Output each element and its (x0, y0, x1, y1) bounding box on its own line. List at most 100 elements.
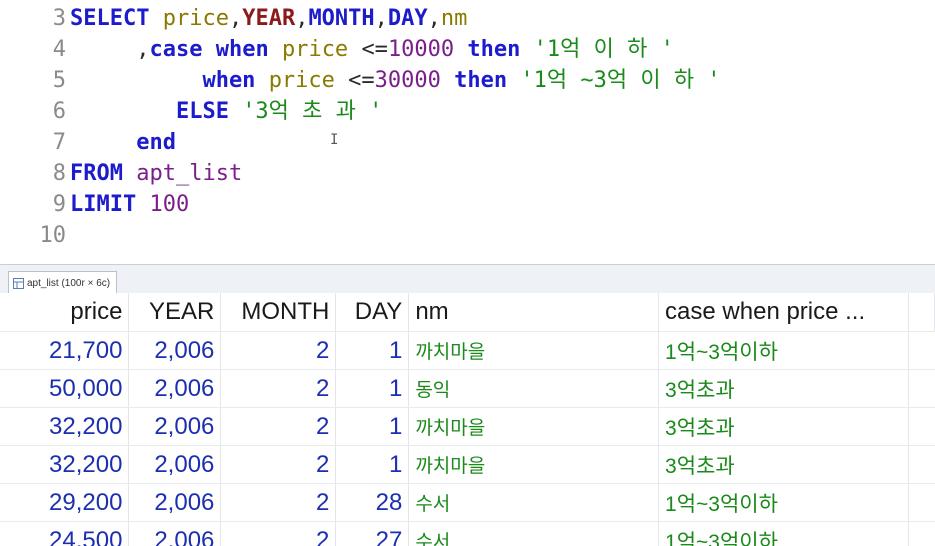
table-cell[interactable]: 50,000 (0, 369, 130, 408)
table-cell[interactable]: 24,500 (0, 521, 130, 546)
row-filler (908, 331, 935, 370)
line-number: 3 (52, 6, 66, 31)
table-cell[interactable]: 1 (335, 407, 410, 446)
table-cell[interactable]: 1억~3억이하 (658, 483, 909, 522)
table-cell[interactable]: 1 (335, 331, 410, 370)
column-header-month[interactable]: MONTH (220, 293, 337, 332)
row-filler (908, 521, 935, 546)
code-token: ELSE (70, 99, 243, 124)
code-token: then (467, 37, 534, 62)
code-token: then (454, 68, 521, 93)
table-cell[interactable]: 1억~3억이하 (658, 521, 909, 546)
result-grid[interactable]: price YEAR MONTH DAY nm case when price … (0, 293, 935, 546)
code-text[interactable]: FROM apt_list (70, 158, 242, 189)
table-cell[interactable]: 28 (335, 483, 410, 522)
line-number: 4 (52, 37, 66, 62)
code-text[interactable]: end (70, 127, 176, 158)
table-cell[interactable]: 2,006 (128, 483, 222, 522)
table-cell[interactable]: 32,200 (0, 445, 130, 484)
code-line[interactable]: 8 FROM apt_list (0, 158, 935, 189)
table-cell[interactable]: 32,200 (0, 407, 130, 446)
code-token: FROM (70, 161, 137, 186)
table-cell[interactable]: 21,700 (0, 331, 130, 370)
table-row[interactable]: 24,500 2,006 2 27 수서 1억~3억이하 (0, 521, 935, 546)
code-token: price (268, 68, 349, 93)
result-table: price YEAR MONTH DAY nm case when price … (0, 293, 935, 546)
table-cell[interactable]: 2 (220, 407, 337, 446)
table-cell[interactable]: 2 (220, 483, 337, 522)
table-cell[interactable]: 2 (220, 331, 337, 370)
table-cell[interactable]: 2,006 (128, 445, 222, 484)
table-cell[interactable]: 3억초과 (658, 445, 909, 484)
column-header-day[interactable]: DAY (335, 293, 410, 332)
code-line[interactable]: 4 ,case when price <=10000 then '1억 이 하 … (0, 34, 935, 65)
line-number: 5 (52, 68, 66, 93)
table-row[interactable]: 21,700 2,006 2 1 까치마을 1억~3억이하 (0, 331, 935, 370)
code-token: 30000 (374, 68, 455, 93)
code-token: 10000 (387, 37, 468, 62)
code-token: price (281, 37, 362, 62)
table-cell[interactable]: 29,200 (0, 483, 130, 522)
column-header-case[interactable]: case when price ... (658, 293, 909, 332)
sql-editor[interactable]: 3 SELECT price,YEAR,MONTH,DAY,nm 4 ,case w… (0, 0, 935, 264)
header-filler (908, 293, 935, 332)
line-number: 6 (52, 99, 66, 124)
table-cell[interactable]: 27 (335, 521, 410, 546)
table-cell[interactable]: 2,006 (128, 369, 222, 408)
code-text[interactable]: ,case when price <=10000 then '1억 이 하 ' (70, 34, 674, 65)
table-cell[interactable]: 까치마을 (408, 331, 660, 370)
result-tab-strip: apt_list (100r × 6c) (0, 264, 935, 294)
code-line[interactable]: 5 when price <=30000 then '1억 ~3억 이 하 ' (0, 65, 935, 96)
code-token: LIMIT (70, 192, 150, 217)
code-token: 100 (149, 192, 190, 217)
table-cell[interactable]: 수서 (408, 483, 660, 522)
table-row[interactable]: 32,200 2,006 2 1 까치마을 3억초과 (0, 445, 935, 484)
code-token: when (215, 37, 282, 62)
code-token: case (149, 37, 216, 62)
code-line[interactable]: 7 end (0, 127, 935, 158)
row-filler (908, 483, 935, 522)
table-row[interactable]: 29,200 2,006 2 28 수서 1억~3억이하 (0, 483, 935, 522)
table-cell[interactable]: 2,006 (128, 331, 222, 370)
table-cell[interactable]: 1억~3억이하 (658, 331, 909, 370)
table-cell[interactable]: 1 (335, 445, 410, 484)
table-cell[interactable]: 2 (220, 445, 337, 484)
table-row[interactable]: 32,200 2,006 2 1 까치마을 3억초과 (0, 407, 935, 446)
code-token: MONTH (308, 6, 375, 31)
table-cell[interactable]: 2 (220, 521, 337, 546)
table-cell[interactable]: 동익 (408, 369, 660, 408)
table-cell[interactable]: 2 (220, 369, 337, 408)
table-cell[interactable]: 3억초과 (658, 407, 909, 446)
code-line[interactable]: 6 ELSE '3억 초 과 ' (0, 96, 935, 127)
code-token: '3억 초 과 ' (242, 99, 383, 124)
code-text[interactable]: LIMIT 100 (70, 189, 189, 220)
table-cell[interactable]: 까치마을 (408, 445, 660, 484)
code-token: <= (348, 68, 375, 93)
code-text[interactable]: SELECT price,YEAR,MONTH,DAY,nm (70, 3, 467, 34)
code-token: apt_list (136, 161, 243, 186)
table-row[interactable]: 50,000 2,006 2 1 동익 3억초과 (0, 369, 935, 408)
table-cell[interactable]: 2,006 (128, 521, 222, 546)
column-header-year[interactable]: YEAR (128, 293, 222, 332)
code-text[interactable]: when price <=30000 then '1억 ~3억 이 하 ' (70, 65, 721, 96)
table-cell[interactable]: 3억초과 (658, 369, 909, 408)
table-cell[interactable]: 2,006 (128, 407, 222, 446)
line-number: 9 (52, 192, 66, 217)
column-header-nm[interactable]: nm (408, 293, 660, 332)
header-row: price YEAR MONTH DAY nm case when price … (0, 293, 935, 332)
code-line[interactable]: 3 SELECT price,YEAR,MONTH,DAY,nm (0, 3, 935, 34)
code-line[interactable]: 9 LIMIT 100 (0, 189, 935, 220)
code-token: price (162, 6, 229, 31)
result-tab[interactable]: apt_list (100r × 6c) (8, 271, 118, 294)
table-cell[interactable]: 까치마을 (408, 407, 660, 446)
code-token: , (295, 6, 309, 31)
column-header-price[interactable]: price (0, 293, 130, 332)
code-token: when (70, 68, 269, 93)
code-token: '1억 ~3억 이 하 ' (520, 68, 721, 93)
code-token: <= (361, 37, 388, 62)
code-text[interactable]: ELSE '3억 초 과 ' (70, 96, 382, 127)
table-cell[interactable]: 수서 (408, 521, 660, 546)
code-line[interactable]: 10 (0, 220, 935, 251)
text-cursor-icon: I (330, 132, 339, 148)
table-cell[interactable]: 1 (335, 369, 410, 408)
